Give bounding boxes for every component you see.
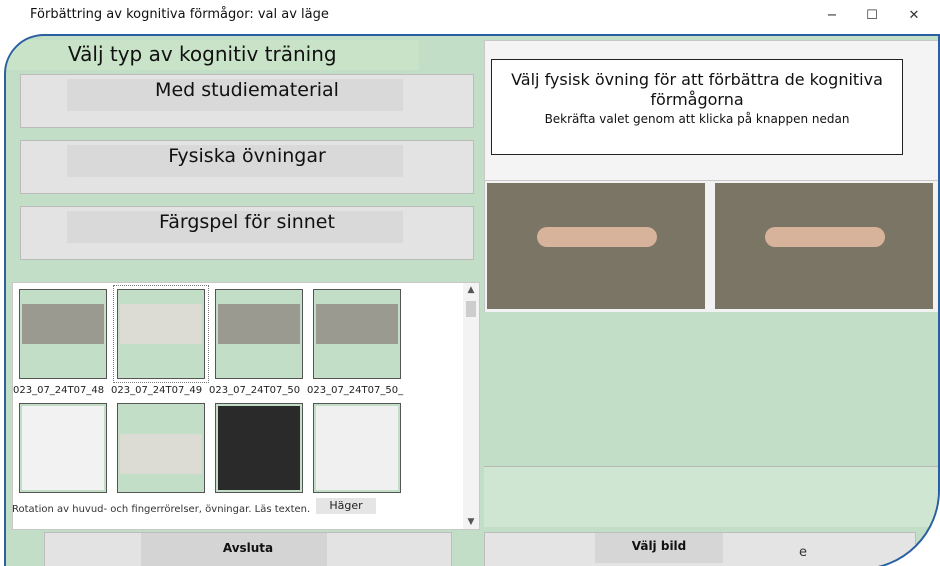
lower-panel	[484, 466, 938, 527]
thumbnail[interactable]	[215, 289, 303, 379]
window-title: Förbättring av kognitiva förmågor: val a…	[30, 7, 329, 22]
thumbnail-selected[interactable]	[113, 285, 209, 383]
exercise-preview	[484, 180, 938, 314]
image-gallery: 023_07_24T07_48 023_07_24T07_49 023_07_2…	[12, 282, 480, 530]
select-image-label: Välj bild	[631, 539, 687, 553]
exit-button[interactable]: Avsluta	[44, 532, 452, 566]
app-frame: Välj typ av kognitiv träning Med studiem…	[0, 34, 940, 566]
instruction-box: Välj fysisk övning för att förbättra de …	[491, 59, 903, 155]
thumbnail-caption: 023_07_24T07_50	[209, 385, 301, 396]
gallery-description: Rotation av huvud- och fingerrörelser, ö…	[12, 504, 311, 515]
thumbnail[interactable]	[215, 403, 303, 493]
instruction-subtitle: Bekräfta valet genom att klicka på knapp…	[544, 112, 850, 126]
study-material-label: Med studiematerial	[155, 79, 339, 101]
study-material-button[interactable]: Med studiematerial	[20, 74, 474, 128]
hager-label: Häger	[316, 498, 376, 514]
gallery-scrollbar[interactable]: ▲ ▼	[463, 283, 479, 529]
select-image-button[interactable]: Välj bild e	[484, 532, 916, 566]
preview-image	[487, 183, 705, 309]
thumbnail[interactable]	[19, 403, 107, 493]
right-pane: Välj fysisk övning för att förbättra de …	[484, 36, 938, 566]
info-panel: Välj fysisk övning för att förbättra de …	[484, 40, 938, 182]
color-game-label: Färgspel för sinnet	[159, 211, 335, 233]
preview-image	[715, 183, 933, 309]
maximize-icon[interactable]: ☐	[862, 8, 882, 23]
color-game-button[interactable]: Färgspel för sinnet	[20, 206, 474, 260]
scroll-thumb[interactable]	[466, 301, 476, 317]
instruction-title: Välj fysisk övning för att förbättra de …	[511, 70, 883, 109]
title-bar: Förbättring av kognitiva förmågor: val a…	[0, 0, 940, 34]
preview-empty-area	[484, 312, 938, 462]
thumbnail[interactable]	[117, 403, 205, 493]
thumbnail[interactable]	[19, 289, 107, 379]
physical-exercises-label: Fysiska övningar	[168, 145, 326, 167]
thumbnail[interactable]	[313, 289, 401, 379]
scroll-down-icon[interactable]: ▼	[463, 517, 479, 527]
section-heading: Välj typ av kognitiv träning	[68, 42, 337, 66]
select-extra-text: e	[799, 545, 807, 560]
heading-bar: Välj typ av kognitiv träning	[6, 40, 419, 70]
scroll-up-icon[interactable]: ▲	[463, 285, 479, 295]
thumbnail[interactable]	[313, 403, 401, 493]
thumbnail-caption: 023_07_24T07_50_	[307, 385, 404, 396]
thumbnail-caption: 023_07_24T07_48	[13, 385, 105, 396]
exit-label: Avsluta	[222, 541, 274, 555]
minimize-icon[interactable]: −	[822, 8, 842, 23]
green-panel: Välj typ av kognitiv träning Med studiem…	[4, 34, 940, 566]
close-icon[interactable]: ✕	[904, 8, 924, 23]
thumbnail-caption: 023_07_24T07_49	[111, 385, 203, 396]
left-pane: Välj typ av kognitiv träning Med studiem…	[6, 36, 480, 566]
physical-exercises-button[interactable]: Fysiska övningar	[20, 140, 474, 194]
